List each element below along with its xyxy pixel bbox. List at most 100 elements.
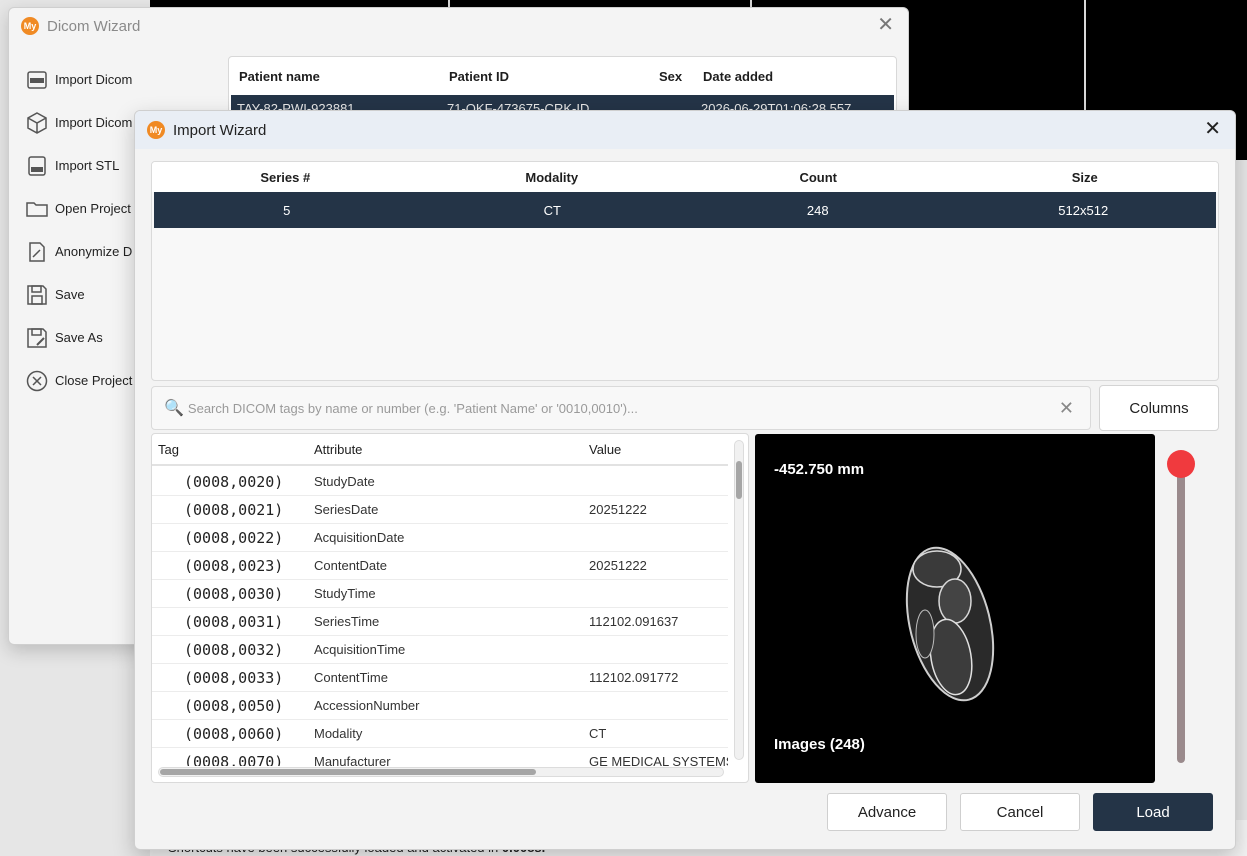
- images-count-label: Images (248): [774, 736, 865, 753]
- attribute-cell: AcquisitionDate: [314, 530, 405, 545]
- tag-cell: (0008,0033): [184, 668, 284, 687]
- column-header: Date added: [703, 68, 774, 84]
- table-row[interactable]: (0008,0022) AcquisitionDate: [152, 524, 728, 552]
- dicom-wizard-titlebar: My Dicom Wizard ✕: [9, 8, 908, 44]
- table-row[interactable]: (0008,0033) ContentTime 112102.091772: [152, 664, 728, 692]
- window-title: Dicom Wizard: [47, 17, 141, 35]
- vertical-scrollbar[interactable]: [734, 440, 744, 760]
- menu-item-label: Anonymize D: [55, 244, 133, 259]
- value-cell: 20251222: [589, 502, 647, 517]
- tag-cell: (0008,0070): [184, 752, 284, 767]
- count-cell: 248: [806, 202, 829, 218]
- window-title: Import Wizard: [173, 121, 267, 139]
- dicom-tags-body[interactable]: (0008,0020) StudyDate (0008,0021) SeriesDat…: [152, 468, 728, 766]
- column-header: Count: [799, 169, 838, 185]
- table-row[interactable]: 5 CT 248 512x512: [154, 192, 1216, 228]
- import-wizard-titlebar: My Import Wizard ✕: [135, 111, 1235, 149]
- tag-cell: (0008,0023): [184, 556, 284, 575]
- value-cell: CT: [589, 726, 607, 741]
- close-circle-icon: [26, 370, 48, 391]
- menu-item-label: Import Dicom: [55, 72, 133, 87]
- series-number-cell: 5: [283, 202, 291, 218]
- menu-item-label: Close Project: [55, 373, 133, 388]
- save-as-icon: [27, 327, 47, 348]
- folder-icon: [26, 201, 48, 217]
- menu-item-label: Save As: [55, 330, 103, 345]
- dicom-file-icon: [27, 70, 47, 89]
- value-cell: 20251222: [589, 558, 647, 573]
- close-icon[interactable]: ✕: [1204, 119, 1221, 139]
- dicom-tags-table: Tag Attribute Value (0008,0020) StudyDate…: [151, 433, 749, 783]
- attribute-cell: AccessionNumber: [314, 698, 420, 713]
- tag-cell: (0008,0050): [184, 696, 284, 715]
- edit-document-icon: [29, 241, 45, 262]
- slice-position-label: -452.750 mm: [774, 461, 865, 478]
- tag-cell: (0008,0032): [184, 640, 284, 659]
- size-cell: 512x512: [1058, 202, 1109, 218]
- value-cell: 112102.091772: [589, 670, 679, 685]
- menu-item-import-dicom[interactable]: Import Dicom: [25, 58, 155, 101]
- attribute-cell: StudyDate: [314, 474, 375, 489]
- search-icon: 🔍: [164, 400, 184, 417]
- column-header: Tag: [158, 441, 179, 457]
- tag-cell: (0008,0020): [184, 472, 284, 491]
- series-table: Series # Modality Count Size 5 CT 248 51…: [151, 161, 1219, 381]
- tag-cell: (0008,0060): [184, 724, 284, 743]
- table-row[interactable]: (0008,0031) SeriesTime 112102.091637: [152, 608, 728, 636]
- attribute-cell: Modality: [314, 726, 363, 741]
- value-cell: GE MEDICAL SYSTEMS: [589, 754, 728, 766]
- attribute-cell: SeriesDate: [314, 502, 379, 517]
- app-logo-icon: My: [147, 121, 165, 139]
- close-icon[interactable]: ✕: [877, 15, 894, 35]
- table-row[interactable]: (0008,0021) SeriesDate 20251222: [152, 496, 728, 524]
- tag-cell: (0008,0031): [184, 612, 284, 631]
- column-header: Size: [1071, 169, 1098, 185]
- series-table-header: Series # Modality Count Size: [152, 162, 1218, 192]
- value-cell: 112102.091637: [589, 614, 679, 629]
- table-row[interactable]: (0008,0070) Manufacturer GE MEDICAL SYSTEM…: [152, 748, 728, 767]
- patients-table-header: Patient name Patient ID Sex Date added: [229, 57, 896, 95]
- table-row[interactable]: (0008,0032) AcquisitionTime: [152, 636, 728, 664]
- menu-item-label: Import Dicom: [55, 115, 133, 130]
- load-button[interactable]: Load: [1093, 793, 1213, 831]
- import-wizard-window: My Import Wizard ✕ Series # Modality Cou…: [134, 110, 1236, 850]
- menu-item-label: Save: [55, 287, 85, 302]
- columns-button[interactable]: Columns: [1099, 385, 1219, 431]
- table-row[interactable]: (0008,0060) Modality CT: [152, 720, 728, 748]
- app-logo-icon: My: [21, 17, 39, 35]
- column-header: Series #: [260, 169, 311, 185]
- scrollbar-thumb[interactable]: [736, 461, 742, 499]
- scrollbar-thumb[interactable]: [160, 769, 536, 775]
- horizontal-scrollbar[interactable]: [158, 767, 724, 777]
- ct-slice-image: [905, 546, 995, 702]
- slice-slider-handle[interactable]: [1167, 450, 1195, 478]
- clear-search-icon[interactable]: ✕: [1059, 398, 1074, 419]
- attribute-cell: ContentTime: [314, 670, 388, 685]
- cancel-button[interactable]: Cancel: [960, 793, 1080, 831]
- table-row[interactable]: (0008,0050) AccessionNumber: [152, 692, 728, 720]
- tag-search-input[interactable]: [187, 400, 1059, 416]
- attribute-cell: StudyTime: [314, 586, 376, 601]
- table-row[interactable]: (0008,0020) StudyDate: [152, 468, 728, 496]
- table-row[interactable]: (0008,0030) StudyTime: [152, 580, 728, 608]
- image-preview[interactable]: -452.750 mm Images (248): [755, 434, 1155, 783]
- menu-item-label: Import STL: [55, 158, 120, 173]
- column-header: Patient name: [239, 68, 320, 84]
- column-header: Sex: [659, 68, 683, 84]
- column-header: Patient ID: [449, 68, 509, 84]
- dicom-tags-header: Tag Attribute Value: [152, 434, 728, 466]
- cube-icon: [27, 111, 47, 134]
- advance-button[interactable]: Advance: [827, 793, 947, 831]
- attribute-cell: ContentDate: [314, 558, 387, 573]
- column-header: Value: [589, 441, 622, 457]
- column-header: Modality: [525, 169, 579, 185]
- tag-cell: (0008,0022): [184, 528, 284, 547]
- tag-cell: (0008,0030): [184, 584, 284, 603]
- modality-cell: CT: [543, 202, 561, 218]
- slice-slider-track[interactable]: [1177, 471, 1185, 763]
- table-row[interactable]: (0008,0023) ContentDate 20251222: [152, 552, 728, 580]
- attribute-cell: Manufacturer: [314, 754, 391, 766]
- tag-search-box: 🔍 ✕: [151, 386, 1091, 430]
- stl-file-icon: [28, 155, 46, 176]
- save-icon: [27, 284, 47, 305]
